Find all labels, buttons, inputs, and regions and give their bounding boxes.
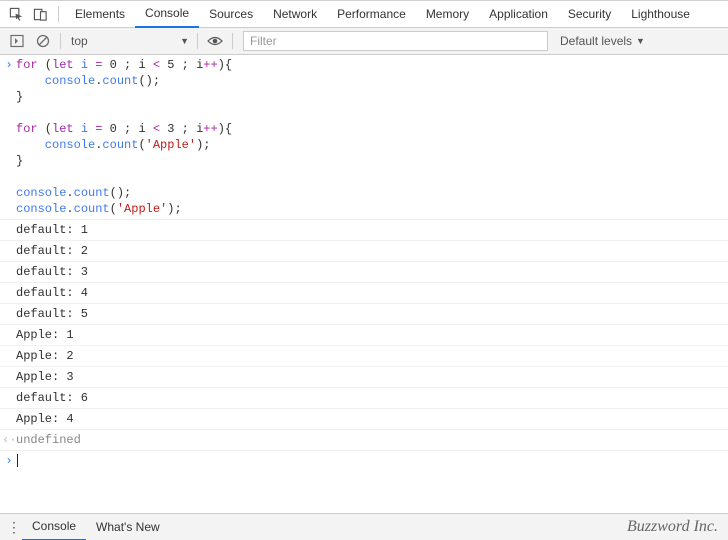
input-chevron-icon: ›: [2, 57, 16, 73]
console-filter-input[interactable]: [243, 31, 548, 51]
devtools-drawer: ⋮ Console What's New Buzzword Inc.: [0, 513, 728, 540]
console-log-text: default: 1: [16, 222, 728, 238]
clear-console-icon[interactable]: [30, 28, 56, 54]
tab-memory[interactable]: Memory: [416, 1, 479, 28]
console-log-entry: Apple: 2: [0, 346, 728, 367]
console-log-entry: default: 3: [0, 262, 728, 283]
live-expression-icon[interactable]: [202, 35, 228, 47]
dropdown-triangle-icon: ▼: [636, 36, 645, 46]
log-levels-select[interactable]: Default levels ▼: [554, 34, 651, 48]
device-toolbar-icon[interactable]: [28, 1, 52, 27]
drawer-tab-console[interactable]: Console: [22, 514, 86, 540]
console-log-text: default: 2: [16, 243, 728, 259]
tab-lighthouse[interactable]: Lighthouse: [621, 1, 700, 28]
console-input-code: for (let i = 0 ; i < 5 ; i++){ console.c…: [16, 57, 728, 217]
tab-application[interactable]: Application: [479, 1, 558, 28]
console-log-text: default: 4: [16, 285, 728, 301]
console-log-entry: default: 5: [0, 304, 728, 325]
drawer-tab-whatsnew[interactable]: What's New: [86, 514, 170, 540]
console-log-text: default: 6: [16, 390, 728, 406]
console-messages: › for (let i = 0 ; i < 5 ; i++){ console…: [0, 55, 728, 513]
tab-security[interactable]: Security: [558, 1, 621, 28]
execution-context-label: top: [71, 34, 88, 48]
console-log-entry: default: 4: [0, 283, 728, 304]
console-log-entry: Apple: 3: [0, 367, 728, 388]
tabstrip-divider: [58, 6, 59, 22]
console-log-text: default: 5: [16, 306, 728, 322]
toolbar-divider: [60, 33, 61, 49]
console-log-entry: default: 1: [0, 220, 728, 241]
console-return-entry: ‹· undefined: [0, 430, 728, 451]
devtools-window: Elements Console Sources Network Perform…: [0, 0, 728, 540]
input-chevron-icon: ›: [2, 453, 16, 469]
output-chevron-icon: ‹·: [2, 432, 16, 448]
console-log-text: Apple: 4: [16, 411, 728, 427]
toolbar-divider: [197, 33, 198, 49]
console-log-entry: Apple: 4: [0, 409, 728, 430]
tab-network[interactable]: Network: [263, 1, 327, 28]
tab-console[interactable]: Console: [135, 1, 199, 28]
drawer-menu-icon[interactable]: ⋮: [6, 519, 22, 536]
console-toolbar: top ▼ Default levels ▼: [0, 28, 728, 55]
log-levels-label: Default levels: [560, 34, 632, 48]
console-log-text: Apple: 1: [16, 327, 728, 343]
console-log-text: Apple: 3: [16, 369, 728, 385]
devtools-tabstrip: Elements Console Sources Network Perform…: [0, 1, 728, 28]
console-sidebar-toggle-icon[interactable]: [4, 28, 30, 54]
console-log-entry: default: 6: [0, 388, 728, 409]
console-log-text: Apple: 2: [16, 348, 728, 364]
brand-label: Buzzword Inc.: [627, 518, 718, 536]
console-prompt[interactable]: ›: [0, 451, 728, 471]
tab-performance[interactable]: Performance: [327, 1, 416, 28]
toolbar-divider: [232, 33, 233, 49]
console-prompt-caret: [16, 453, 728, 469]
console-log-text: default: 3: [16, 264, 728, 280]
tab-sources[interactable]: Sources: [199, 1, 263, 28]
console-return-value: undefined: [16, 432, 728, 448]
inspect-element-icon[interactable]: [4, 1, 28, 27]
dropdown-triangle-icon: ▼: [180, 36, 189, 46]
console-log-entry: default: 2: [0, 241, 728, 262]
console-input-entry[interactable]: › for (let i = 0 ; i < 5 ; i++){ console…: [0, 55, 728, 220]
console-log-entry: Apple: 1: [0, 325, 728, 346]
execution-context-select[interactable]: top ▼: [65, 31, 193, 51]
tab-elements[interactable]: Elements: [65, 1, 135, 28]
